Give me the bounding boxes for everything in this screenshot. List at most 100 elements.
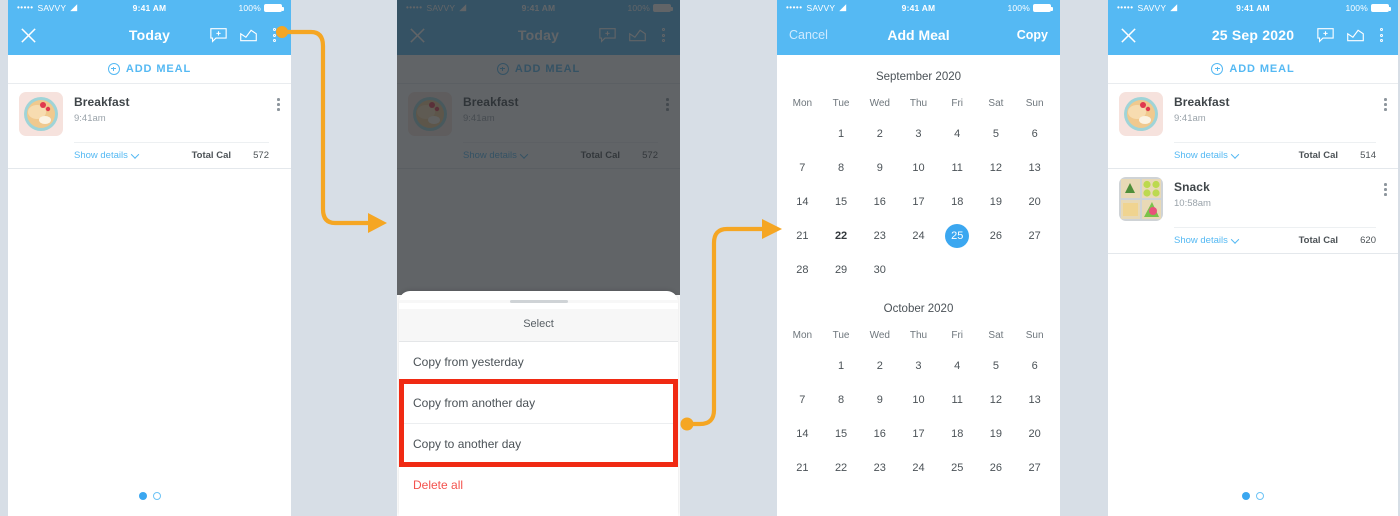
calendar-day[interactable]: 15: [822, 185, 861, 219]
calendar-day[interactable]: 24: [899, 451, 938, 485]
meal-name: Breakfast: [1174, 95, 1230, 109]
kebab-menu-icon[interactable]: [269, 26, 280, 44]
sheet-grab-handle[interactable]: [509, 300, 568, 303]
calendar-day[interactable]: 2: [860, 349, 899, 383]
weekday-header-september: Mon Tue Wed Thu Fri Sat Sun: [783, 96, 1054, 117]
signal-dots-icon: •••••: [17, 3, 34, 12]
calendar-day[interactable]: 14: [783, 417, 822, 451]
calendar-day[interactable]: 15: [822, 417, 861, 451]
calendar-day[interactable]: 27: [1015, 451, 1054, 485]
calendar-day[interactable]: 1: [822, 117, 861, 151]
calendar-day[interactable]: 9: [860, 383, 899, 417]
sheet-item-copy-from-yesterday[interactable]: Copy from yesterday: [399, 342, 678, 383]
calendar-day[interactable]: 13: [1015, 151, 1054, 185]
show-details-button[interactable]: Show details: [1174, 149, 1240, 161]
calendar-day[interactable]: 26: [977, 219, 1016, 253]
panel-calendar-screen: ••••• SAVVY ◢ 9:41 AM 100% Cancel Add Me…: [777, 0, 1060, 516]
calendar-day[interactable]: 17: [899, 185, 938, 219]
add-meal-button[interactable]: ADD MEAL: [1108, 55, 1398, 84]
add-meal-label: ADD MEAL: [1229, 63, 1295, 75]
meal-row[interactable]: Breakfast 9:41am Show details Total Cal …: [8, 84, 291, 169]
calendar-day[interactable]: 4: [938, 349, 977, 383]
calendar-day[interactable]: 22: [822, 219, 861, 253]
meal-row[interactable]: Breakfast 9:41am Show details Total Cal …: [1108, 84, 1398, 169]
calendar-day[interactable]: 10: [899, 151, 938, 185]
calendar-day[interactable]: 16: [860, 417, 899, 451]
show-details-button[interactable]: Show details: [74, 149, 140, 161]
calendar-day[interactable]: 18: [938, 417, 977, 451]
calendar-day[interactable]: 16: [860, 185, 899, 219]
calendar-day[interactable]: 11: [938, 383, 977, 417]
chart-icon[interactable]: [239, 27, 258, 44]
battery-icon: [264, 3, 284, 12]
meal-thumbnail: [19, 92, 63, 136]
meal-options-icon[interactable]: [277, 92, 280, 111]
modal-scrim[interactable]: [397, 0, 680, 295]
chat-add-icon[interactable]: [209, 27, 228, 44]
calendar-day[interactable]: 22: [822, 451, 861, 485]
meal-options-icon[interactable]: [1384, 177, 1387, 196]
calendar-day[interactable]: 13: [1015, 383, 1054, 417]
calendar-day[interactable]: 5: [977, 349, 1016, 383]
meal-options-icon[interactable]: [1384, 92, 1387, 111]
close-icon[interactable]: [19, 26, 38, 45]
calendar-day[interactable]: 4: [938, 117, 977, 151]
cancel-button[interactable]: Cancel: [789, 28, 828, 42]
calendar-day[interactable]: 24: [899, 219, 938, 253]
calendar-day[interactable]: 7: [783, 383, 822, 417]
calendar-day[interactable]: 21: [783, 451, 822, 485]
calendar-day[interactable]: 6: [1015, 349, 1054, 383]
calendar-day[interactable]: 26: [977, 451, 1016, 485]
chat-add-icon[interactable]: [1316, 27, 1335, 44]
calendar-day-selected[interactable]: 25: [938, 219, 977, 253]
calendar-day[interactable]: 20: [1015, 417, 1054, 451]
calendar-day[interactable]: 29: [822, 253, 861, 287]
copy-button[interactable]: Copy: [1017, 28, 1048, 42]
show-details-button[interactable]: Show details: [1174, 234, 1240, 246]
nav-bar: Today: [8, 15, 291, 55]
status-bar: ••••• SAVVY ◢ 9:41 AM 100%: [777, 0, 1060, 15]
add-meal-button[interactable]: ADD MEAL: [8, 55, 291, 84]
calendar-day[interactable]: 23: [860, 219, 899, 253]
calendar-day[interactable]: 18: [938, 185, 977, 219]
page-dot-inactive[interactable]: [1256, 492, 1264, 500]
kebab-menu-icon[interactable]: [1376, 26, 1387, 44]
calendar-day[interactable]: 7: [783, 151, 822, 185]
sheet-item-delete-all[interactable]: Delete all: [399, 465, 678, 505]
calendar-day[interactable]: 30: [860, 253, 899, 287]
calendar-day[interactable]: 12: [977, 151, 1016, 185]
signal-dots-icon: •••••: [786, 3, 803, 12]
calendar-day[interactable]: 28: [783, 253, 822, 287]
calendar-day[interactable]: 14: [783, 185, 822, 219]
sheet-item-copy-to-another-day[interactable]: Copy to another day: [399, 424, 678, 465]
chart-icon[interactable]: [1346, 27, 1365, 44]
calendar-day[interactable]: 2: [860, 117, 899, 151]
page-dot-active[interactable]: [138, 492, 147, 500]
meal-row[interactable]: Snack 10:58am Show details Total Cal 620: [1108, 169, 1398, 254]
calendar-day[interactable]: 3: [899, 117, 938, 151]
sheet-item-copy-from-another-day[interactable]: Copy from another day: [399, 383, 678, 424]
calendar-day[interactable]: 12: [977, 383, 1016, 417]
calendar-day[interactable]: 8: [822, 151, 861, 185]
calendar-day[interactable]: 11: [938, 151, 977, 185]
close-icon[interactable]: [1119, 26, 1138, 45]
calendar-day[interactable]: 25: [938, 451, 977, 485]
calendar-day[interactable]: 6: [1015, 117, 1054, 151]
calendar-day[interactable]: 21: [783, 219, 822, 253]
calendar-day[interactable]: 20: [1015, 185, 1054, 219]
page-dot-inactive[interactable]: [152, 492, 161, 500]
calendar-day[interactable]: 19: [977, 417, 1016, 451]
calendar-day[interactable]: 23: [860, 451, 899, 485]
page-dot-active[interactable]: [1242, 492, 1250, 500]
calendar-day[interactable]: 19: [977, 185, 1016, 219]
calendar-day[interactable]: 8: [822, 383, 861, 417]
total-cal-value: 572: [253, 150, 269, 161]
calendar-day[interactable]: 3: [899, 349, 938, 383]
calendar-day[interactable]: 17: [899, 417, 938, 451]
calendar-day[interactable]: 1: [822, 349, 861, 383]
calendar-day[interactable]: 27: [1015, 219, 1054, 253]
calendar-day[interactable]: 9: [860, 151, 899, 185]
calendar-nav-bar: Cancel Add Meal Copy: [777, 15, 1060, 55]
calendar-day[interactable]: 10: [899, 383, 938, 417]
calendar-day[interactable]: 5: [977, 117, 1016, 151]
